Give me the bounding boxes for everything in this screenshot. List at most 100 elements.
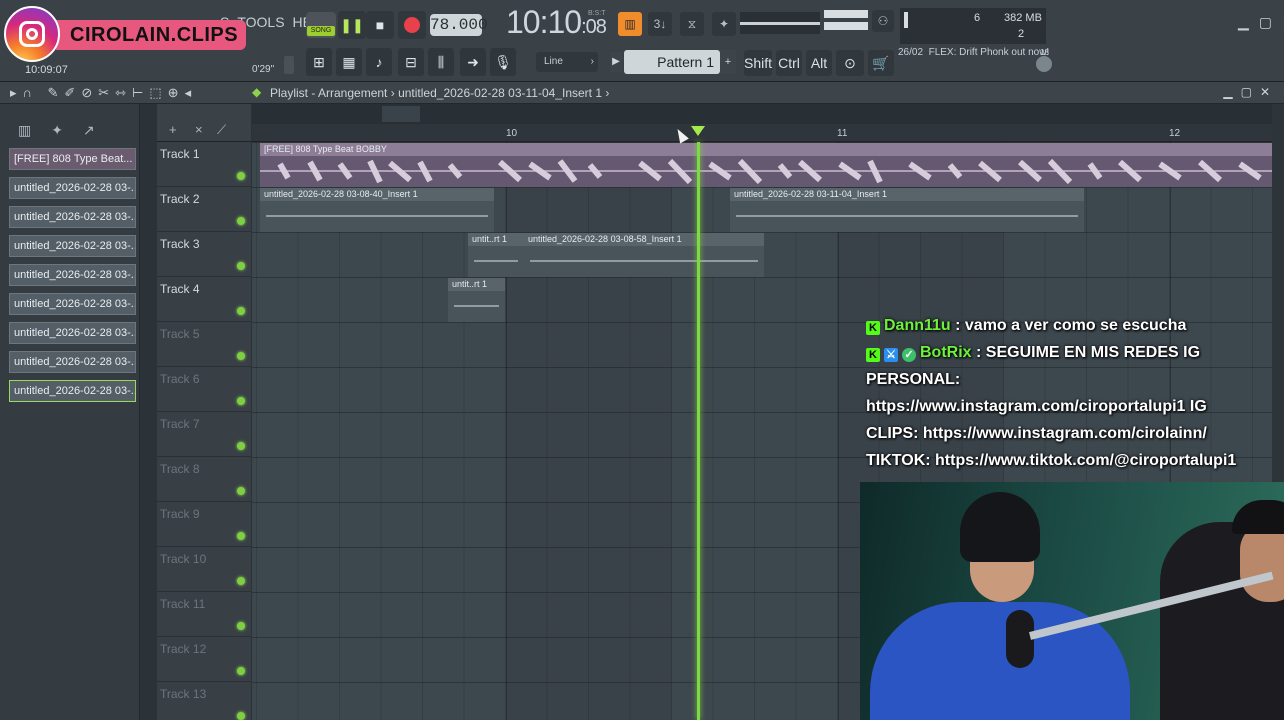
track-mute-led[interactable]: [237, 217, 245, 225]
track-header[interactable]: Track 11: [157, 592, 251, 637]
track-header[interactable]: Track 1: [157, 142, 251, 187]
playlist-maximize-icon[interactable]: ▢: [1241, 85, 1260, 99]
remove-track-icon[interactable]: ×: [195, 122, 203, 137]
track-header[interactable]: Track 12: [157, 637, 251, 682]
add-pattern-button[interactable]: +: [720, 50, 736, 74]
play-arrow-icon[interactable]: ▸: [10, 85, 23, 100]
audio-clip[interactable]: untit..rt 1: [448, 278, 505, 322]
tempo-field[interactable]: 78.000: [430, 14, 488, 36]
scroll-thumb[interactable]: [382, 106, 420, 122]
magnet-icon[interactable]: ∩: [23, 85, 38, 100]
track-header[interactable]: Track 10: [157, 547, 251, 592]
automation-icon[interactable]: ↗: [83, 122, 115, 138]
zoom-icon[interactable]: ⊕: [168, 85, 185, 100]
clip-list-item[interactable]: untitled_2026-02-28 03-...: [9, 206, 136, 228]
minimize-icon[interactable]: ▁: [1238, 14, 1249, 30]
timeline-ruler[interactable]: 10 11 12: [252, 104, 1272, 142]
alt-key-button[interactable]: Alt: [806, 50, 832, 76]
track-header[interactable]: Track 6: [157, 367, 251, 412]
record-button[interactable]: [398, 11, 426, 39]
metronome-button[interactable]: ⧖: [680, 12, 704, 36]
track-mute-led[interactable]: [237, 667, 245, 675]
pattern-song-toggle[interactable]: SONG: [306, 12, 336, 38]
playhead-line[interactable]: [697, 142, 700, 720]
link-button[interactable]: ⚇: [872, 10, 894, 32]
track-header[interactable]: Track 9: [157, 502, 251, 547]
brush-icon[interactable]: ✐: [64, 85, 81, 100]
waveform-icon[interactable]: ✦: [51, 122, 83, 138]
clip-list-item-selected[interactable]: untitled_2026-02-28 03-...: [9, 380, 136, 402]
clip-list-item[interactable]: untitled_2026-02-28 03-...: [9, 264, 136, 286]
horizontal-scrollbar[interactable]: [252, 104, 1272, 124]
track-mute-led[interactable]: [237, 397, 245, 405]
pattern-prev-button[interactable]: ▶: [610, 52, 622, 72]
track-mute-led[interactable]: [237, 712, 245, 720]
track-mute-led[interactable]: [237, 262, 245, 270]
track-mute-led[interactable]: [237, 352, 245, 360]
master-pitch-slider[interactable]: [824, 22, 868, 30]
arrow-button[interactable]: ➜: [460, 48, 486, 76]
audio-clip[interactable]: untitled_2026-02-28 03-08-58_Insert 1: [524, 233, 764, 277]
track-mute-led[interactable]: [237, 622, 245, 630]
playhead-marker[interactable]: [691, 126, 705, 136]
arrangement-name[interactable]: untitled_2026-02-28 03-11-04_Insert 1: [398, 86, 602, 100]
track-header[interactable]: Track 13: [157, 682, 251, 720]
track-mute-led[interactable]: [237, 532, 245, 540]
track-mute-led[interactable]: [237, 172, 245, 180]
master-volume-sliders[interactable]: [824, 10, 868, 32]
channel-rack-button[interactable]: ▦: [336, 48, 362, 76]
track-header[interactable]: Track 4: [157, 277, 251, 322]
piano-roll-button[interactable]: ♪: [366, 48, 392, 76]
typing-keyboard-button[interactable]: ▥: [618, 12, 642, 36]
stop-button[interactable]: ■: [366, 11, 394, 39]
snap-select[interactable]: Line ›: [536, 52, 598, 72]
select-icon[interactable]: ⬚: [149, 85, 167, 100]
playlist-close-icon[interactable]: ✕: [1260, 85, 1278, 99]
slice-icon[interactable]: ⊢: [132, 85, 149, 100]
audio-clip[interactable]: untitled_2026-02-28 03-08-40_Insert 1: [260, 188, 494, 232]
pause-button[interactable]: ❚❚: [338, 11, 366, 39]
ctrl-key-button[interactable]: Ctrl: [776, 50, 802, 76]
clip-list-item[interactable]: untitled_2026-02-28 03-...: [9, 322, 136, 344]
pattern-selector[interactable]: Pattern 1: [624, 50, 720, 74]
audio-clip[interactable]: untit..rt 1: [468, 233, 524, 277]
playlist-button[interactable]: ⊞: [306, 48, 332, 76]
audio-clip[interactable]: untitled_2026-02-28 03-11-04_Insert 1: [730, 188, 1084, 232]
playlist-minimize-icon[interactable]: ▁: [1223, 85, 1240, 99]
track-mute-led[interactable]: [237, 442, 245, 450]
maximize-icon[interactable]: ▢: [1259, 14, 1272, 30]
mic-button[interactable]: 🎙: [490, 48, 516, 76]
track-header[interactable]: Track 3: [157, 232, 251, 277]
grid-icon[interactable]: ▥: [18, 122, 51, 138]
pencil-icon[interactable]: ✎: [48, 85, 65, 100]
clip-list-item[interactable]: untitled_2026-02-28 03-...: [9, 235, 136, 257]
shop-button[interactable]: 🛒: [868, 50, 894, 76]
track-header[interactable]: Track 2: [157, 187, 251, 232]
track-mute-led[interactable]: [237, 307, 245, 315]
add-track-icon[interactable]: +: [169, 122, 177, 137]
clip-list-item[interactable]: untitled_2026-02-28 03-...: [9, 177, 136, 199]
clip-list-item[interactable]: untitled_2026-02-28 03-...: [9, 351, 136, 373]
news-panel[interactable]: 26/02 FLEX: Drift Phonk out now!: [898, 46, 1058, 78]
speaker-icon[interactable]: ◂: [185, 85, 198, 100]
track-header[interactable]: Track 7: [157, 412, 251, 457]
mixer-button[interactable]: ⊟: [398, 48, 424, 76]
master-volume-slider[interactable]: [824, 10, 868, 18]
track-mute-led[interactable]: [237, 577, 245, 585]
delete-icon[interactable]: ⊘: [81, 85, 98, 100]
assist-button[interactable]: ⊙: [836, 50, 864, 76]
route-icon[interactable]: ⟋: [217, 122, 226, 138]
shift-key-button[interactable]: Shift: [744, 50, 772, 76]
clip-list-item[interactable]: untitled_2026-02-28 03-...: [9, 293, 136, 315]
mute-icon[interactable]: ✂: [98, 85, 115, 100]
elapsed-slider[interactable]: [284, 56, 294, 74]
track-mute-led[interactable]: [237, 487, 245, 495]
track-header[interactable]: Track 5: [157, 322, 251, 367]
track-header[interactable]: Track 8: [157, 457, 251, 502]
slip-icon[interactable]: ⇿: [115, 85, 132, 100]
clip-list-item[interactable]: [FREE] 808 Type Beat...: [9, 148, 136, 170]
browser-button[interactable]: ⫼: [428, 48, 454, 76]
audio-clip-beat[interactable]: [FREE] 808 Type Beat BOBBY: [260, 143, 1272, 187]
step-edit-button[interactable]: 3↓: [648, 12, 672, 36]
countdown-button[interactable]: ✦: [712, 12, 736, 36]
